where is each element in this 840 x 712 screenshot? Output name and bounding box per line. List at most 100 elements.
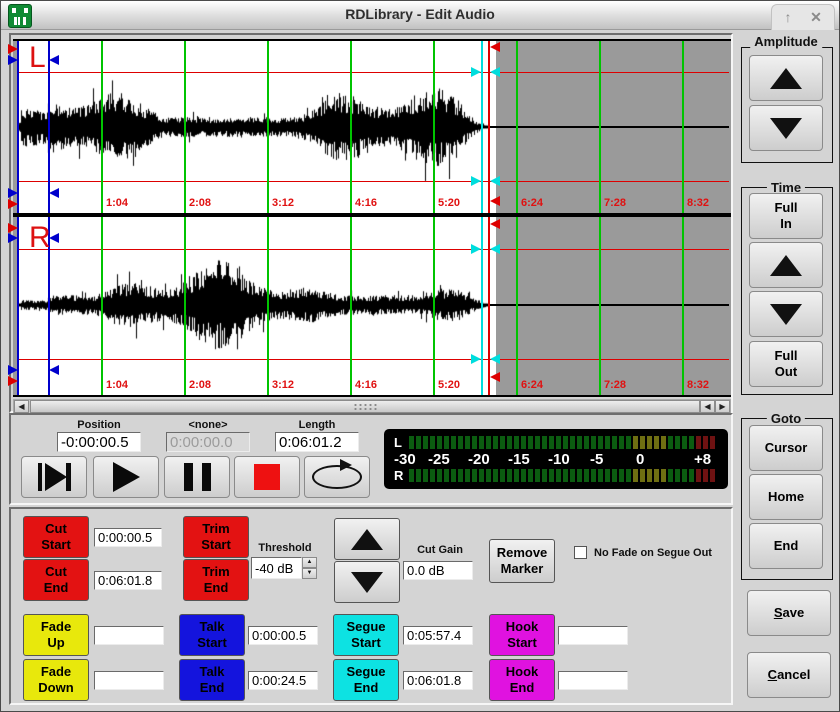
meter-segment — [626, 469, 631, 482]
meter-segment — [416, 469, 421, 482]
meter-segment — [682, 436, 687, 449]
hook-start-field[interactable] — [558, 626, 628, 645]
cut-end-field[interactable] — [94, 571, 162, 590]
play-icon — [113, 462, 140, 492]
loop-button[interactable] — [304, 456, 370, 498]
remove-marker-button[interactable]: Remove Marker — [489, 539, 555, 583]
time-full-out-button[interactable]: Full Out — [749, 341, 823, 387]
fade-up-button[interactable]: Fade Up — [23, 614, 89, 656]
cut-gain-label: Cut Gain — [396, 544, 484, 556]
hook-start-button[interactable]: Hook Start — [489, 614, 555, 656]
time-gridline — [433, 217, 435, 395]
talk-end-field[interactable] — [248, 671, 318, 690]
gain-up-button[interactable] — [334, 518, 400, 560]
marker-triangle — [49, 365, 59, 375]
time-gridline — [184, 41, 186, 213]
scrollbar-thumb[interactable] — [30, 400, 700, 413]
length-field[interactable] — [275, 432, 359, 452]
meter-segment — [493, 436, 498, 449]
gain-down-button[interactable] — [334, 561, 400, 603]
shade-window-button[interactable]: ↑ — [776, 8, 800, 26]
cut-start-button[interactable]: Cut Start — [23, 516, 89, 558]
waveform-scrollbar[interactable]: ◀ ◀ ▶ — [13, 399, 731, 414]
time-label: 5:20 — [438, 197, 478, 209]
talk-start-field[interactable] — [248, 626, 318, 645]
goto-end-button[interactable]: End — [749, 523, 823, 569]
threshold-spin-down-icon[interactable]: ▼ — [302, 568, 317, 579]
cut-end-button[interactable]: Cut End — [23, 559, 89, 601]
meter-segment — [570, 436, 575, 449]
time-zoom-out-button[interactable] — [749, 291, 823, 337]
position-field[interactable] — [57, 432, 141, 452]
threshold-field[interactable] — [251, 557, 302, 579]
talk-start-button[interactable]: Talk Start — [179, 614, 245, 656]
goto-home-button[interactable]: Home — [749, 474, 823, 520]
goto-cursor-button[interactable]: Cursor — [749, 425, 823, 471]
scroll-left2-icon[interactable]: ◀ — [700, 400, 715, 413]
goto-group-label: Goto — [767, 411, 805, 426]
waveform-canvas-R[interactable] — [18, 217, 496, 377]
waveform-strip-left: 1:042:083:124:165:206:247:288:32L — [13, 39, 731, 215]
meter-segment — [668, 469, 673, 482]
trim-end-button[interactable]: Trim End — [183, 559, 249, 601]
segue-end-button[interactable]: Segue End — [333, 659, 399, 701]
cancel-button[interactable]: Cancel — [747, 652, 831, 698]
cut-gain-field[interactable] — [403, 561, 473, 580]
time-label: 6:24 — [521, 197, 561, 209]
trim-start-button[interactable]: Trim Start — [183, 516, 249, 558]
segue-start-marker-line — [481, 41, 483, 213]
play-from-start-button[interactable] — [21, 456, 87, 498]
marker-triangle — [471, 354, 481, 364]
meter-segment — [542, 469, 547, 482]
segue-start-button[interactable]: Segue Start — [333, 614, 399, 656]
time-gridline — [682, 41, 684, 213]
marker-triangle — [490, 176, 500, 186]
meter-segment — [465, 436, 470, 449]
time-gridline — [267, 41, 269, 213]
play-from-start-icon — [38, 463, 42, 491]
marker-name-label: <none> — [164, 419, 252, 431]
threshold-spinbox[interactable]: ▲ ▼ — [251, 557, 317, 579]
amplitude-down-button[interactable] — [749, 105, 823, 151]
threshold-spin-up-icon[interactable]: ▲ — [302, 557, 317, 568]
talk-end-button[interactable]: Talk End — [179, 659, 245, 701]
fade-down-button[interactable]: Fade Down — [23, 659, 89, 701]
segue-start-field[interactable] — [403, 626, 473, 645]
meter-segment — [563, 436, 568, 449]
meter-segment — [619, 469, 624, 482]
marker-editor-panel: Cut Start Cut End Trim Start Trim End Th… — [9, 507, 733, 705]
hook-end-button[interactable]: Hook End — [489, 659, 555, 701]
waveform-canvas-L[interactable] — [18, 41, 496, 195]
pause-button[interactable] — [164, 456, 230, 498]
time-zoom-in-button[interactable] — [749, 242, 823, 288]
meter-segment — [647, 469, 652, 482]
marker-triangle — [471, 244, 481, 254]
no-fade-label: No Fade on Segue Out — [594, 547, 754, 559]
meter-segment — [444, 436, 449, 449]
scroll-left-icon[interactable]: ◀ — [14, 400, 29, 413]
save-button[interactable]: Save — [747, 590, 831, 636]
hook-end-field[interactable] — [558, 671, 628, 690]
meter-segment — [598, 436, 603, 449]
fade-down-field[interactable] — [94, 671, 164, 690]
amplitude-up-button[interactable] — [749, 55, 823, 101]
play-button[interactable] — [93, 456, 159, 498]
segue-end-field[interactable] — [403, 671, 473, 690]
marker-triangle — [8, 55, 18, 65]
scroll-right-icon[interactable]: ▶ — [715, 400, 730, 413]
time-full-in-button[interactable]: Full In — [749, 193, 823, 239]
marker-triangle — [49, 188, 59, 198]
no-fade-checkbox[interactable] — [574, 546, 587, 559]
fade-up-field[interactable] — [94, 626, 164, 645]
meter-scale-label: -20 — [468, 451, 490, 468]
time-gridline — [350, 41, 352, 213]
stop-button[interactable] — [234, 456, 300, 498]
title-bar[interactable]: RDLibrary - Edit Audio ↑ ✕ — [1, 1, 839, 30]
cut-start-field[interactable] — [94, 528, 162, 547]
meter-segment — [647, 436, 652, 449]
meter-scale-label: -30 — [394, 451, 416, 468]
meter-scale-label: +8 — [694, 451, 711, 468]
meter-segment — [500, 469, 505, 482]
close-window-button[interactable]: ✕ — [804, 8, 828, 26]
down-arrow-icon — [351, 572, 383, 593]
